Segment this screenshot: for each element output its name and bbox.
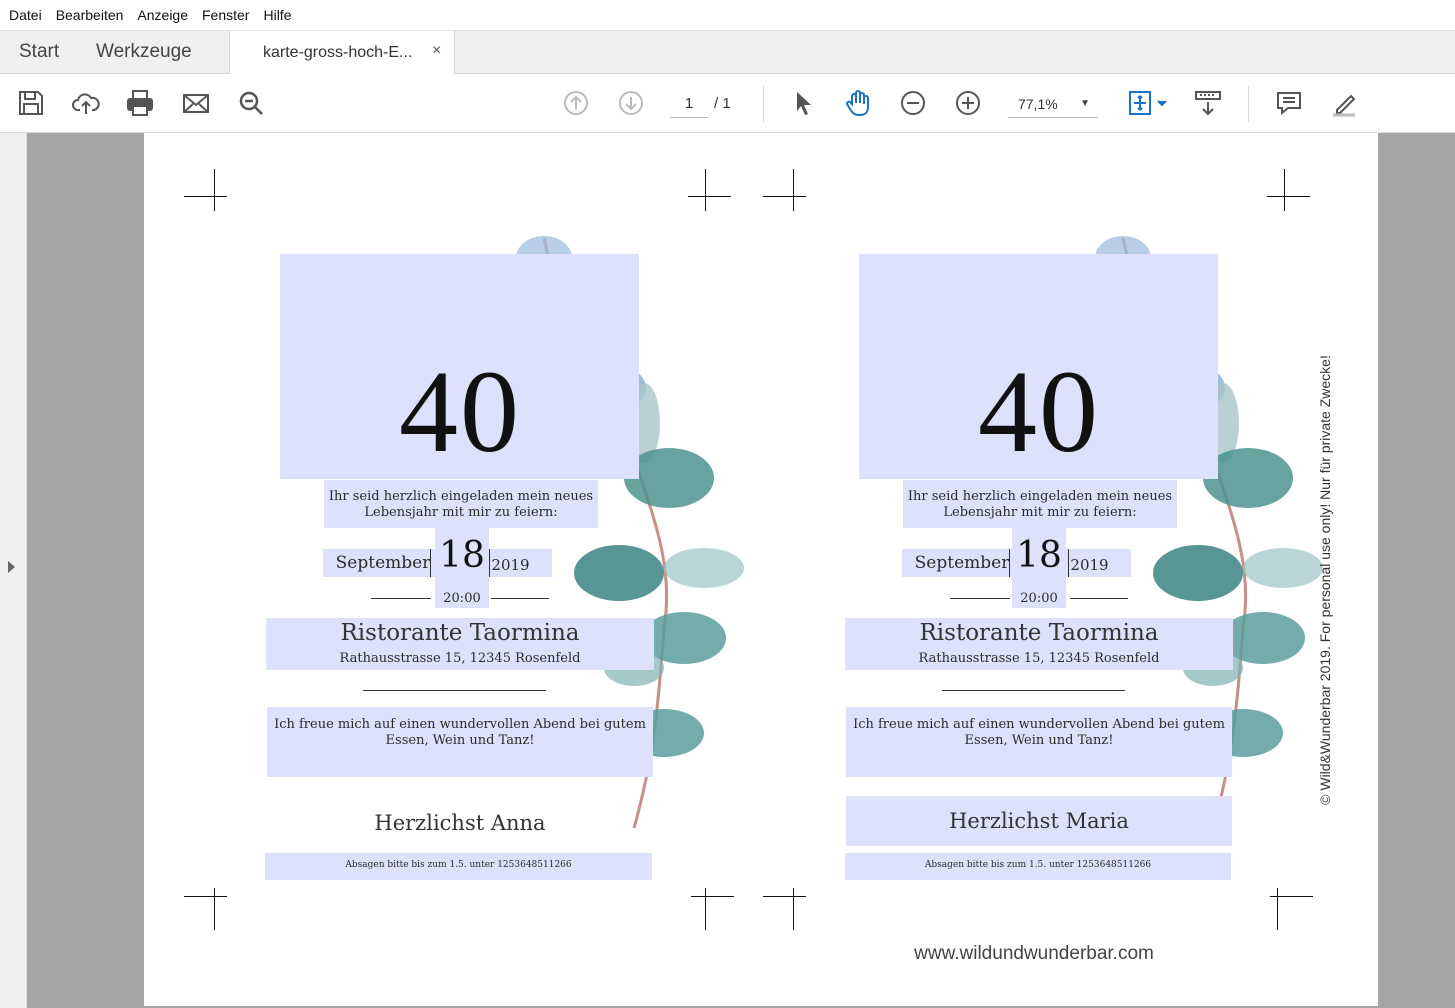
rsvp-text: Absagen bitte bis zum 1.5. unter 1253648… — [924, 860, 1152, 870]
invite-text: Ihr seid herzlich eingeladen mein neues … — [304, 489, 618, 521]
copyright-notice: © Wild&Wunderbar 2019. For personal use … — [1316, 345, 1334, 815]
age-number: 40 — [978, 346, 1100, 477]
date-day: 18 — [439, 535, 485, 576]
age-number: 40 — [399, 346, 521, 477]
crop-mark — [214, 169, 215, 211]
message-line-2: Essen, Wein und Tanz! — [385, 733, 535, 748]
invite-line-2: Lebensjahr mit mir zu feiern: — [364, 505, 558, 520]
date-month: September — [914, 553, 1010, 573]
toolbar-divider — [1248, 86, 1249, 122]
rsvp-text: Absagen bitte bis zum 1.5. unter 1253648… — [345, 860, 572, 870]
message-text: Ich freue mich auf einen wundervollen Ab… — [846, 717, 1232, 749]
tab-start[interactable]: Start — [19, 41, 59, 63]
date-day: 18 — [1016, 535, 1062, 576]
date-divider — [1009, 549, 1010, 577]
venue-name: Ristorante Taormina — [919, 620, 1159, 646]
search-zoom-icon[interactable] — [234, 86, 268, 120]
document-viewer[interactable]: 40 Ihr seid herzlich eingeladen mein neu… — [27, 133, 1455, 1008]
section-rule — [942, 690, 1125, 691]
invite-line-1: Ihr seid herzlich eingeladen mein neues — [328, 489, 594, 504]
pdf-page: 40 Ihr seid herzlich eingeladen mein neu… — [144, 133, 1378, 1006]
message-line-1: Ich freue mich auf einen wundervollen Ab… — [853, 717, 1225, 732]
zoom-out-icon[interactable] — [896, 86, 930, 120]
close-tab-icon[interactable]: × — [432, 42, 441, 60]
crop-mark — [1277, 888, 1278, 930]
chevron-down-icon: ▼ — [1080, 98, 1090, 109]
tab-tools[interactable]: Werkzeuge — [96, 41, 192, 63]
page-number-input[interactable]: 1 — [670, 90, 708, 118]
crop-mark — [184, 196, 227, 197]
toolbar-divider — [763, 86, 764, 122]
zoom-select[interactable]: 77,1% ▼ — [1008, 90, 1098, 118]
crop-mark — [705, 888, 706, 930]
menu-bar: Datei Bearbeiten Anzeige Fenster Hilfe — [0, 0, 1455, 31]
signature: Herzlichst Maria — [949, 809, 1129, 833]
message-line-1: Ich freue mich auf einen wundervollen Ab… — [274, 717, 646, 732]
fit-page-icon[interactable] — [1124, 86, 1170, 120]
zoom-in-icon[interactable] — [951, 86, 985, 120]
time-rule-right — [1070, 598, 1128, 599]
expand-panel-icon[interactable] — [8, 561, 15, 573]
menu-fenster[interactable]: Fenster — [195, 7, 256, 23]
website-url: www.wildundwunderbar.com — [914, 943, 1154, 964]
menu-datei[interactable]: Datei — [2, 7, 49, 23]
next-page-icon[interactable] — [614, 86, 648, 120]
crop-mark — [688, 196, 731, 197]
zoom-value: 77,1% — [1018, 96, 1058, 112]
message-text: Ich freue mich auf einen wundervollen Ab… — [267, 717, 653, 749]
signature: Herzlichst Anna — [374, 811, 546, 835]
select-arrow-icon[interactable] — [786, 86, 820, 120]
toolbar: 1 / 1 77,1% ▼ — [0, 74, 1455, 133]
crop-mark — [1284, 169, 1285, 211]
save-icon[interactable] — [14, 86, 48, 120]
time-rule-left — [950, 598, 1010, 599]
time-rule-left — [371, 598, 431, 599]
crop-mark — [793, 888, 794, 930]
comment-icon[interactable] — [1272, 86, 1306, 120]
crop-mark — [705, 169, 706, 211]
page-total: / 1 — [714, 95, 731, 112]
prev-page-icon[interactable] — [559, 86, 593, 120]
menu-hilfe[interactable]: Hilfe — [256, 7, 298, 23]
time-rule-right — [491, 598, 549, 599]
scroll-mode-icon[interactable] — [1191, 86, 1225, 120]
print-icon[interactable] — [123, 86, 157, 120]
invite-text: Ihr seid herzlich eingeladen mein neues … — [883, 489, 1197, 521]
crop-mark — [793, 169, 794, 211]
date-month: September — [335, 553, 431, 573]
crop-mark — [763, 196, 806, 197]
menu-bearbeiten[interactable]: Bearbeiten — [49, 7, 131, 23]
section-rule — [363, 690, 546, 691]
menu-anzeige[interactable]: Anzeige — [130, 7, 195, 23]
crop-mark — [691, 896, 734, 897]
event-time: 20:00 — [1020, 591, 1058, 606]
tab-document-title: karte-gross-hoch-E... — [263, 44, 413, 61]
venue-address: Rathausstrasse 15, 12345 Rosenfeld — [918, 651, 1160, 666]
tab-bar: Start Werkzeuge karte-gross-hoch-E... × — [0, 31, 1455, 75]
venue-address: Rathausstrasse 15, 12345 Rosenfeld — [339, 651, 581, 666]
invite-line-1: Ihr seid herzlich eingeladen mein neues — [907, 489, 1173, 504]
message-line-2: Essen, Wein und Tanz! — [964, 733, 1114, 748]
copyright-text: © Wild&Wunderbar 2019. For personal use … — [1317, 355, 1333, 805]
date-year: 2019 — [491, 556, 530, 574]
crop-mark — [184, 896, 227, 897]
invite-line-2: Lebensjahr mit mir zu feiern: — [943, 505, 1137, 520]
highlight-pen-icon[interactable] — [1327, 86, 1361, 120]
venue-name: Ristorante Taormina — [340, 620, 580, 646]
crop-mark — [763, 896, 806, 897]
mail-icon[interactable] — [179, 86, 213, 120]
cloud-upload-icon[interactable] — [69, 86, 103, 120]
hand-icon[interactable] — [841, 86, 875, 120]
crop-mark — [214, 888, 215, 930]
event-time: 20:00 — [443, 591, 481, 606]
date-divider — [430, 549, 431, 577]
tab-document[interactable]: karte-gross-hoch-E... × — [229, 31, 455, 75]
left-panel-collapsed[interactable] — [0, 133, 27, 1008]
crop-mark — [1267, 196, 1310, 197]
date-year: 2019 — [1070, 556, 1109, 574]
